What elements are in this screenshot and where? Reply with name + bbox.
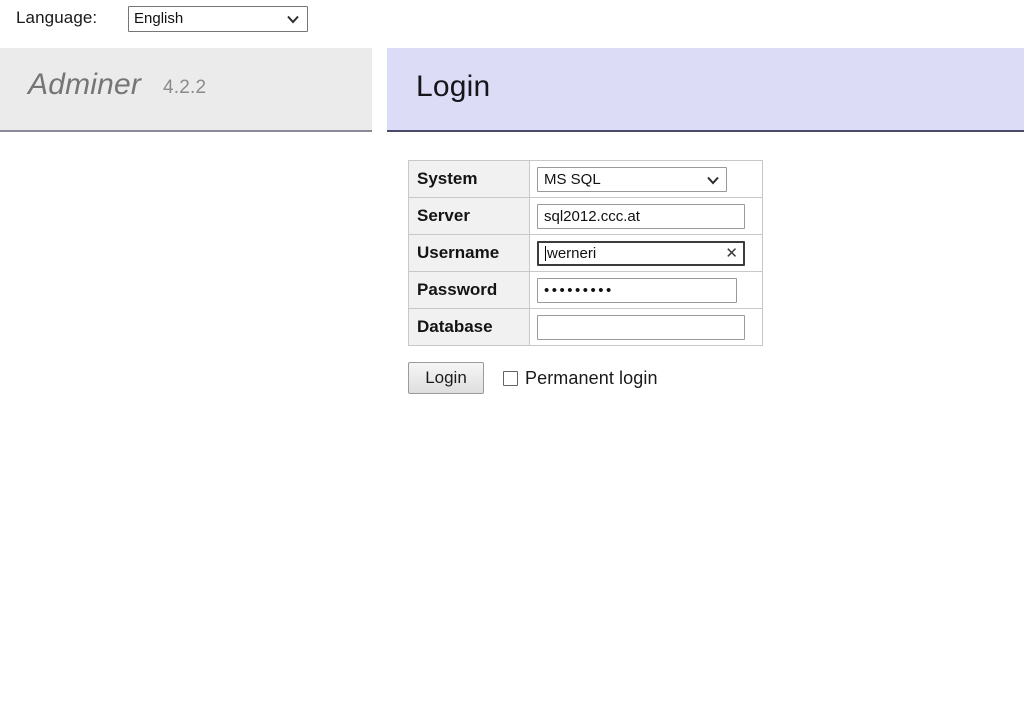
chevron-down-icon [706, 173, 720, 187]
brand-title[interactable]: Adminer [28, 68, 141, 102]
login-form: System MS SQL Server sql2012.ccc.at User… [408, 160, 1024, 346]
password-label: Password [408, 271, 530, 309]
language-select[interactable]: English [128, 6, 308, 32]
language-select-value: English [134, 10, 184, 27]
username-input[interactable]: werneri ✕ [537, 240, 745, 266]
username-label: Username [408, 234, 530, 272]
password-input-value: ••••••••• [544, 281, 614, 299]
server-input[interactable]: sql2012.ccc.at [537, 203, 745, 229]
database-input[interactable] [537, 314, 745, 340]
system-label: System [408, 160, 530, 198]
system-select-value: MS SQL [544, 170, 601, 188]
table-row: Server sql2012.ccc.at [408, 197, 763, 235]
database-field-cell [529, 308, 763, 346]
server-input-value: sql2012.ccc.at [544, 207, 640, 225]
system-select[interactable]: MS SQL [537, 166, 727, 192]
table-row: System MS SQL [408, 160, 763, 198]
login-button[interactable]: Login [408, 362, 484, 394]
credentials-table: System MS SQL Server sql2012.ccc.at User… [408, 160, 763, 346]
table-row: Username werneri ✕ [408, 234, 763, 272]
database-label: Database [408, 308, 530, 346]
text-caret [545, 245, 546, 261]
language-bar: Language: English [0, 0, 1024, 40]
brand-band: Adminer 4.2.2 [0, 48, 372, 132]
system-field-cell: MS SQL [529, 160, 763, 198]
server-field-cell: sql2012.ccc.at [529, 197, 763, 235]
brand-version: 4.2.2 [163, 77, 207, 98]
table-row: Password ••••••••• [408, 271, 763, 309]
username-field-cell: werneri ✕ [529, 234, 763, 272]
language-label: Language: [16, 8, 98, 27]
permanent-login-checkbox[interactable] [503, 370, 518, 386]
password-field-cell: ••••••••• [529, 271, 763, 309]
permanent-login-group: Permanent login [503, 368, 658, 389]
table-row: Database [408, 308, 763, 346]
page-title: Login [416, 70, 491, 103]
server-label: Server [408, 197, 530, 235]
form-actions: Login Permanent login [408, 362, 658, 394]
page-title-band: Login [387, 48, 1024, 132]
chevron-down-icon [286, 12, 300, 26]
permanent-login-label: Permanent login [525, 367, 658, 388]
password-input[interactable]: ••••••••• [537, 277, 737, 303]
clear-x-icon[interactable]: ✕ [725, 245, 738, 262]
username-input-value: werneri [547, 244, 597, 262]
